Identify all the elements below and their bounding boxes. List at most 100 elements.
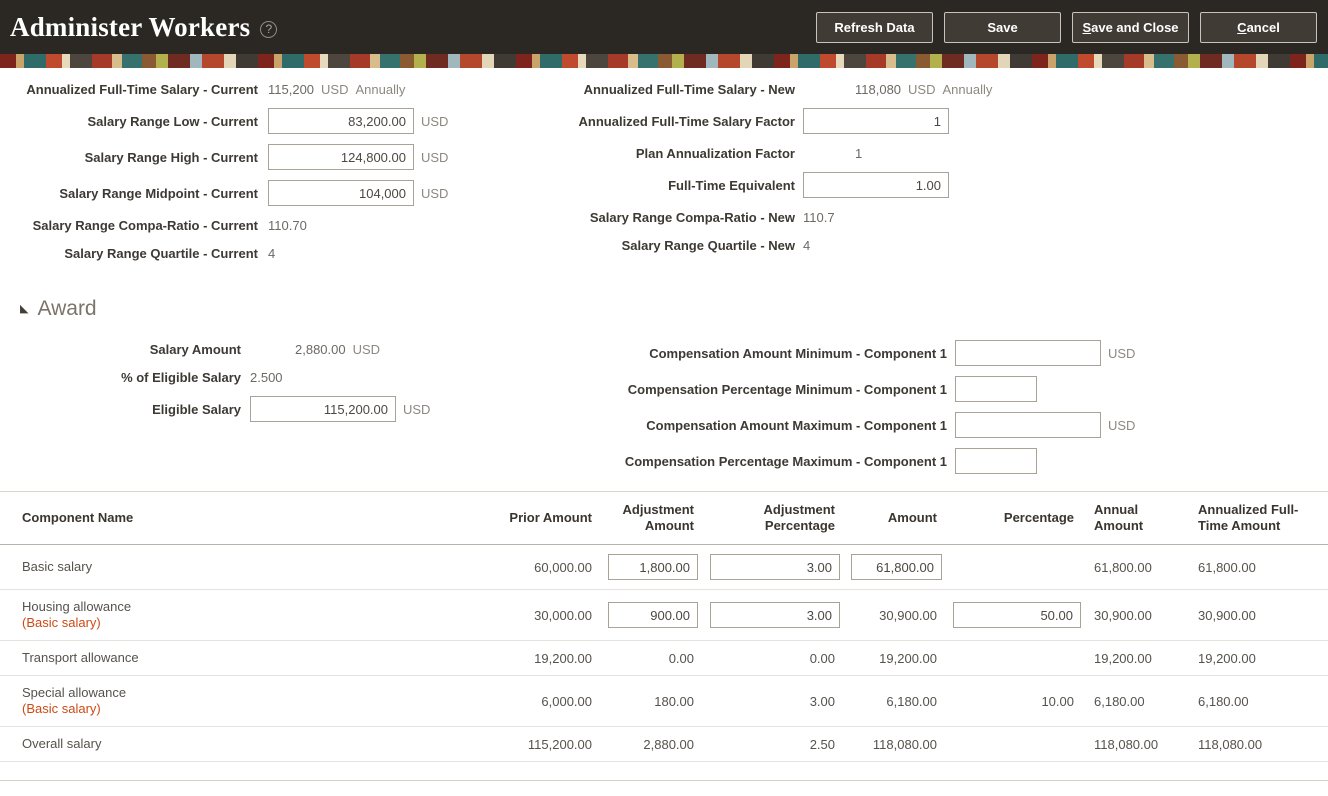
currency-suffix: USD [321,81,349,97]
field-salary-range-midpoint-current: Salary Range Midpoint - Current USD [0,175,560,211]
annual-amount-value: 30,900.00 [1094,607,1152,623]
annualized-full-time-salary-factor-input[interactable] [803,108,949,134]
page-title: Administer Workers [10,11,251,42]
currency-suffix: USD [1108,417,1136,433]
prior-amount-value: 6,000.00 [541,693,592,709]
table-row-transport-allowance: Transport allowance 19,200.00 0.00 0.00 … [0,640,1328,676]
save-and-close-button[interactable]: Save and Close [1072,11,1189,43]
annual-amount-value: 61,800.00 [1094,559,1152,575]
compensation-amount-maximum-input[interactable] [955,412,1101,438]
annual-amount-value: 19,200.00 [1094,650,1152,666]
field-label: Salary Range High - Current [84,149,258,165]
field-annualized-full-time-salary-current: Annualized Full-Time Salary - Current 11… [0,75,560,103]
refresh-data-button[interactable]: Refresh Data [816,11,933,43]
salary-right-column: Annualized Full-Time Salary - New 118,08… [560,75,1328,267]
percentage-input[interactable] [953,602,1081,628]
field-value: 4 [268,245,276,261]
field-label: Salary Range Compa-Ratio - Current [32,217,258,233]
field-label: Salary Amount [149,341,241,357]
table-header-row: Component Name Prior Amount Adjustment A… [0,491,1328,545]
field-label: Salary Range Quartile - New [621,237,795,253]
eligible-salary-input[interactable] [250,396,396,422]
cancel-button[interactable]: Cancel [1200,11,1317,43]
annualized-full-time-amount-value: 6,180.00 [1198,693,1249,709]
field-full-time-equivalent: Full-Time Equivalent [560,167,1328,203]
compensation-percentage-minimum-input[interactable] [955,376,1037,402]
compensation-amount-minimum-input[interactable] [955,340,1101,366]
award-section-header: ◣ Award [20,297,1328,321]
field-label: Annualized Full-Time Salary - Current [26,81,258,97]
field-value: 118,080 [855,81,902,97]
field-value: 4 [803,237,811,253]
help-icon[interactable]: ? [260,20,278,38]
frequency-suffix: Annually [355,81,406,97]
adjustment-percentage-input[interactable] [710,602,840,628]
adjustment-amount-input[interactable] [608,602,698,628]
save-button[interactable]: Save [944,11,1061,43]
field-label: Plan Annualization Factor [635,145,795,161]
annualized-full-time-amount-value: 118,080.00 [1198,736,1263,752]
field-label: Compensation Percentage Maximum - Compon… [624,453,947,469]
title-area: Administer Workers ? [10,11,278,43]
component-name: Transport allowance [22,650,139,665]
adjustment-amount-value: 0.00 [668,650,694,666]
annualized-full-time-amount-value: 30,900.00 [1198,607,1256,623]
currency-suffix: USD [403,401,431,417]
salary-range-midpoint-input[interactable] [268,180,414,206]
full-time-equivalent-input[interactable] [803,172,949,198]
percentage-value: 10.00 [1041,693,1074,709]
table-row-overall-salary: Overall salary 115,200.00 2,880.00 2.50 … [0,726,1328,762]
app-header: Administer Workers ? Refresh Data Save S… [0,0,1328,54]
field-label: Eligible Salary [152,401,241,417]
currency-suffix: USD [1108,345,1136,361]
frequency-suffix: Annually [942,81,993,97]
field-salary-range-quartile-current: Salary Range Quartile - Current 4 [0,239,560,267]
field-salary-range-compa-ratio-current: Salary Range Compa-Ratio - Current 110.7… [0,211,560,239]
field-pct-of-eligible-salary: % of Eligible Salary 2.500 [0,363,560,391]
award-section-title: Award [37,297,97,320]
currency-suffix: USD [908,81,936,97]
award-grid: Salary Amount 2,880.00 USD % of Eligible… [0,335,1328,479]
field-label: Salary Range Compa-Ratio - New [589,209,795,225]
award-section: ◣ Award Salary Amount 2,880.00 USD % of … [0,297,1328,479]
annual-amount-value: 118,080.00 [1094,736,1159,752]
field-annualized-full-time-salary-factor: Annualized Full-Time Salary Factor [560,103,1328,139]
salary-range-low-input[interactable] [268,108,414,134]
currency-suffix: USD [421,149,449,165]
salary-range-high-input[interactable] [268,144,414,170]
amount-input[interactable] [851,554,942,580]
annual-amount-value: 6,180.00 [1094,693,1145,709]
field-value: 1 [855,145,863,161]
field-comp-amount-min-component-1: Compensation Amount Minimum - Component … [560,335,1328,371]
salary-left-column: Annualized Full-Time Salary - Current 11… [0,75,560,267]
field-salary-range-quartile-new: Salary Range Quartile - New 4 [560,231,1328,259]
currency-suffix: USD [421,113,449,129]
adjustment-percentage-value: 0.00 [809,650,835,666]
component-name: Special allowance [22,685,127,700]
component-name: Basic salary [22,559,93,574]
collapse-icon[interactable]: ◣ [20,303,28,315]
prior-amount-value: 30,000.00 [534,607,592,623]
field-salary-range-compa-ratio-new: Salary Range Compa-Ratio - New 110.7 [560,203,1328,231]
field-label: Salary Range Midpoint - Current [59,185,258,201]
table-row-housing-allowance: Housing allowance (Basic salary) 30,000.… [0,589,1328,641]
column-header-component-name: Component Name [0,491,430,545]
field-label: Annualized Full-Time Salary Factor [578,113,795,129]
award-left-column: Salary Amount 2,880.00 USD % of Eligible… [0,335,560,479]
decorative-banner [0,54,1328,68]
adjustment-amount-input[interactable] [608,554,698,580]
field-salary-amount: Salary Amount 2,880.00 USD [0,335,560,363]
table-row-basic-salary: Basic salary 60,000.00 61,800.00 61,800.… [0,544,1328,590]
column-header-percentage: Percentage [945,491,1082,545]
header-actions: Refresh Data Save Save and Close Cancel [816,11,1317,43]
adjustment-percentage-input[interactable] [710,554,840,580]
column-header-annualized-full-time-amount: Annualized Full-Time Amount [1190,491,1328,545]
award-right-column: Compensation Amount Minimum - Component … [560,335,1328,479]
adjustment-percentage-value: 3.00 [809,693,835,709]
section-divider [0,780,1328,781]
table-row-special-allowance: Special allowance (Basic salary) 6,000.0… [0,675,1328,727]
column-header-amount: Amount [843,491,945,545]
amount-value: 118,080.00 [872,736,937,752]
field-label: Compensation Percentage Minimum - Compon… [627,381,947,397]
compensation-percentage-maximum-input[interactable] [955,448,1037,474]
